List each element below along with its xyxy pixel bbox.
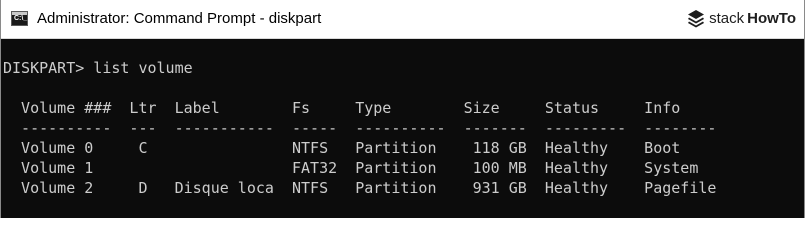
- stack-layers-icon: [688, 10, 705, 28]
- app-icon-text: C:\_: [14, 14, 28, 22]
- volume-table-separator: ---------- --- ----------- ----- -------…: [3, 119, 717, 137]
- stackhowto-logo: stack HowTo: [686, 8, 796, 28]
- volume-table-row: Volume 1 FAT32 Partition 100 MB Healthy …: [3, 159, 699, 177]
- title-bar[interactable]: C:\_ Administrator: Command Prompt - dis…: [1, 0, 804, 39]
- volume-table-row: Volume 0 C NTFS Partition 118 GB Healthy…: [3, 139, 681, 157]
- command-prompt-icon: C:\_: [11, 10, 28, 26]
- window-title: Administrator: Command Prompt - diskpart: [37, 9, 322, 27]
- console-line-prompt: DISKPART> list volume: [3, 59, 193, 77]
- brand-part1: stack: [709, 9, 745, 27]
- command-prompt-window: C:\_ Administrator: Command Prompt - dis…: [0, 0, 805, 218]
- volume-table-header: Volume ### Ltr Label Fs Type Size Status…: [3, 99, 681, 117]
- console-output[interactable]: DISKPART> list volume Volume ### Ltr Lab…: [1, 39, 804, 218]
- brand-part2: HowTo: [747, 9, 796, 27]
- volume-table-row: Volume 2 D Disque loca NTFS Partition 93…: [3, 179, 717, 197]
